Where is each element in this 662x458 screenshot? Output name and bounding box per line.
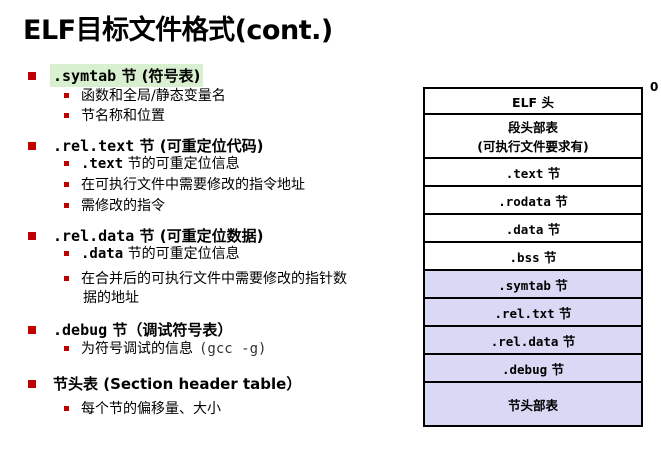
sub-bullet: 函数和全局/静态变量名	[64, 87, 226, 106]
elf-block-symtab: .symtab 节	[423, 271, 643, 299]
block-label: 段头部表	[507, 120, 558, 135]
block-label-sub: (可执行文件要求有)	[477, 139, 589, 154]
sub-bullet-text: 节名称和位置	[81, 108, 165, 124]
elf-block-section-header-table: 节头部表	[423, 383, 643, 427]
offset-zero-label: 0	[650, 80, 659, 94]
sub-bullet-square-icon	[64, 92, 69, 98]
block-label: 节头部表	[507, 397, 558, 413]
bullet-symtab: .symtab 节 (符号表)	[28, 64, 204, 87]
block-label: 节	[554, 305, 572, 321]
bullet-heading: .symtab 节 (符号表)	[50, 64, 204, 87]
bullet-square-icon	[28, 325, 36, 334]
sub-bullet: 在可执行文件中需要修改的指令地址	[64, 176, 305, 195]
bullet-square-icon	[28, 71, 36, 80]
sub-bullet-text: 为符号调试的信息	[81, 341, 193, 357]
bullet-rel-data: .rel.data 节 (可重定位数据)	[28, 224, 266, 247]
elf-block-data: .data 节	[423, 215, 643, 243]
block-label: 节	[539, 249, 557, 265]
sub-bullet: 节名称和位置	[64, 107, 165, 126]
elf-block-debug: .debug 节	[423, 355, 643, 383]
bullet-square-icon	[28, 141, 36, 150]
elf-block-rel-txt: .rel.txt 节	[423, 299, 643, 327]
bullet-square-icon	[28, 231, 36, 240]
bullet-heading: .rel.text 节 (可重定位代码)	[50, 134, 266, 157]
section-label: 节（调试符号表）	[107, 321, 233, 339]
block-code: .data	[505, 221, 544, 237]
block-code: .rodata	[498, 193, 551, 209]
sub-bullet-square-icon	[64, 202, 69, 208]
block-label: 节	[550, 277, 568, 293]
sub-bullet-code: .data	[81, 246, 124, 262]
block-label: 节	[558, 333, 576, 349]
section-label: 节头表 (Section header table）	[53, 375, 302, 393]
sub-bullet-text: 节的可重定位信息	[123, 246, 240, 262]
block-label: 节	[547, 361, 564, 377]
sub-bullet-text: 每个节的偏移量、大小	[81, 401, 221, 417]
sub-bullet-code: .text	[81, 156, 124, 172]
section-code: .rel.text	[53, 137, 135, 155]
sub-bullet-text: 在合并后的可执行文件中需要修改的指针数	[81, 271, 347, 287]
block-label: 节	[543, 165, 561, 181]
sub-bullet-square-icon	[64, 405, 69, 411]
elf-block-bss: .bss 节	[423, 243, 643, 271]
bullet-square-icon	[28, 379, 36, 388]
block-code: .debug	[501, 361, 548, 377]
sub-bullet-text: 节的可重定位信息	[123, 156, 240, 172]
sub-bullet-text: 在可执行文件中需要修改的指令地址	[81, 177, 305, 193]
sub-bullet-square-icon	[64, 160, 69, 166]
block-code: .rel.txt	[494, 305, 555, 321]
gcc-flag: (gcc -g)	[199, 341, 267, 357]
bullet-heading: .debug 节（调试符号表）	[50, 318, 235, 341]
bullet-rel-text: .rel.text 节 (可重定位代码)	[28, 134, 266, 157]
block-label: 节	[550, 193, 568, 209]
section-label: 节 (可重定位数据)	[134, 227, 264, 245]
sub-bullet-square-icon	[64, 345, 69, 351]
section-label: 节 (符号表)	[116, 67, 201, 85]
bullet-heading: 节头表 (Section header table）	[50, 372, 304, 395]
bullet-debug: .debug 节（调试符号表）	[28, 318, 235, 341]
section-label: 节 (可重定位代码)	[134, 137, 264, 155]
elf-block-rel-data: .rel.data 节	[423, 327, 643, 355]
block-code: .symtab	[498, 277, 551, 293]
section-code: .rel.data	[53, 227, 135, 245]
elf-block-rodata: .rodata 节	[423, 187, 643, 215]
block-label: 节	[543, 221, 561, 237]
sub-bullet-text: 函数和全局/静态变量名	[81, 88, 226, 104]
section-code: .symtab	[53, 67, 117, 85]
sub-bullet: 为符号调试的信息 (gcc -g)	[64, 340, 266, 359]
bullet-heading: .rel.data 节 (可重定位数据)	[50, 224, 266, 247]
sub-bullet-text: 需修改的指令	[81, 198, 165, 214]
sub-bullet-square-icon	[64, 181, 69, 187]
sub-bullet-square-icon	[64, 275, 69, 281]
sub-bullet-square-icon	[64, 112, 69, 118]
bullet-section-header-table: 节头表 (Section header table）	[28, 372, 304, 395]
sub-bullet-square-icon	[64, 250, 69, 256]
sub-bullet: .text 节的可重定位信息	[64, 155, 240, 174]
section-code: .debug	[53, 321, 108, 339]
sub-bullet: 在合并后的可执行文件中需要修改的指针数 据的地址	[64, 270, 347, 308]
sub-bullet: 需修改的指令	[64, 197, 165, 216]
sub-bullet-text-continued: 据的地址	[83, 290, 139, 306]
bullet-list: .symtab 节 (符号表) 函数和全局/静态变量名 节名称和位置 .rel.…	[0, 0, 420, 458]
elf-block-text: .text 节	[423, 159, 643, 187]
block-code: .bss	[509, 249, 540, 265]
sub-bullet: .data 节的可重定位信息	[64, 245, 240, 264]
sub-bullet: 每个节的偏移量、大小	[64, 400, 221, 419]
block-code: .rel.data	[490, 333, 559, 349]
elf-block-program-header-table: 段头部表 (可执行文件要求有)	[423, 115, 643, 159]
elf-layout-diagram: ELF 头 段头部表 (可执行文件要求有) .text 节 .rodata 节 .…	[423, 87, 643, 427]
block-code: .text	[505, 165, 544, 181]
block-label: ELF 头	[512, 94, 554, 110]
elf-block-elf-header: ELF 头	[423, 87, 643, 115]
